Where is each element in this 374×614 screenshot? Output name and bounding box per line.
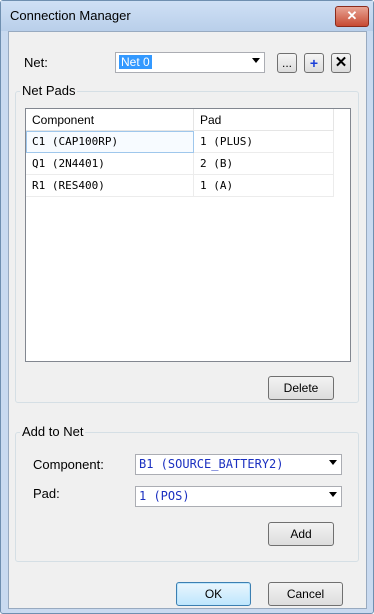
component-value: B1 (SOURCE_BATTERY2) (139, 457, 284, 471)
chevron-down-icon (329, 492, 337, 497)
pad-cell: 1 (PLUS) (194, 131, 334, 153)
net-pads-list[interactable]: Component Pad C1 (CAP100RP) 1 (PLUS) Q1 … (25, 108, 351, 362)
delete-pad-button[interactable]: Delete (268, 376, 334, 400)
column-header-pad[interactable]: Pad (194, 109, 334, 131)
net-label: Net: (24, 55, 48, 70)
pad-value: 1 (POS) (139, 489, 190, 503)
column-header-component[interactable]: Component (26, 109, 194, 131)
browse-net-button[interactable]: ... (277, 53, 297, 73)
cancel-button[interactable]: Cancel (268, 582, 343, 606)
add-pad-button[interactable]: Add (268, 522, 334, 546)
connection-manager-window: Connection Manager ✕ Net: Net 0 ... + ✕ … (0, 0, 374, 614)
component-label: Component: (33, 457, 104, 472)
title-bar[interactable]: Connection Manager ✕ (1, 1, 373, 31)
window-title: Connection Manager (10, 8, 131, 23)
component-cell: C1 (CAP100RP) (26, 131, 194, 153)
net-pads-group-title: Net Pads (20, 83, 78, 98)
pad-dropdown[interactable]: 1 (POS) (135, 486, 342, 507)
table-row[interactable]: Q1 (2N4401) 2 (B) (26, 153, 350, 175)
pad-cell: 1 (A) (194, 175, 334, 197)
table-row[interactable]: R1 (RES400) 1 (A) (26, 175, 350, 197)
chevron-down-icon (329, 460, 337, 465)
table-row[interactable]: C1 (CAP100RP) 1 (PLUS) (26, 131, 350, 153)
add-to-net-group-title: Add to Net (20, 424, 86, 439)
ok-button[interactable]: OK (176, 582, 251, 606)
add-net-button[interactable]: + (304, 53, 324, 73)
pad-cell: 2 (B) (194, 153, 334, 175)
component-cell: R1 (RES400) (26, 175, 194, 197)
component-cell: Q1 (2N4401) (26, 153, 194, 175)
pad-label: Pad: (33, 486, 60, 501)
dialog-body: Net: Net 0 ... + ✕ Net Pads Component Pa… (8, 31, 367, 609)
net-dropdown[interactable]: Net 0 (115, 52, 265, 73)
component-dropdown[interactable]: B1 (SOURCE_BATTERY2) (135, 454, 342, 475)
close-button[interactable]: ✕ (335, 6, 369, 27)
chevron-down-icon (252, 58, 260, 63)
net-value: Net 0 (119, 55, 152, 69)
delete-net-button[interactable]: ✕ (331, 53, 351, 73)
